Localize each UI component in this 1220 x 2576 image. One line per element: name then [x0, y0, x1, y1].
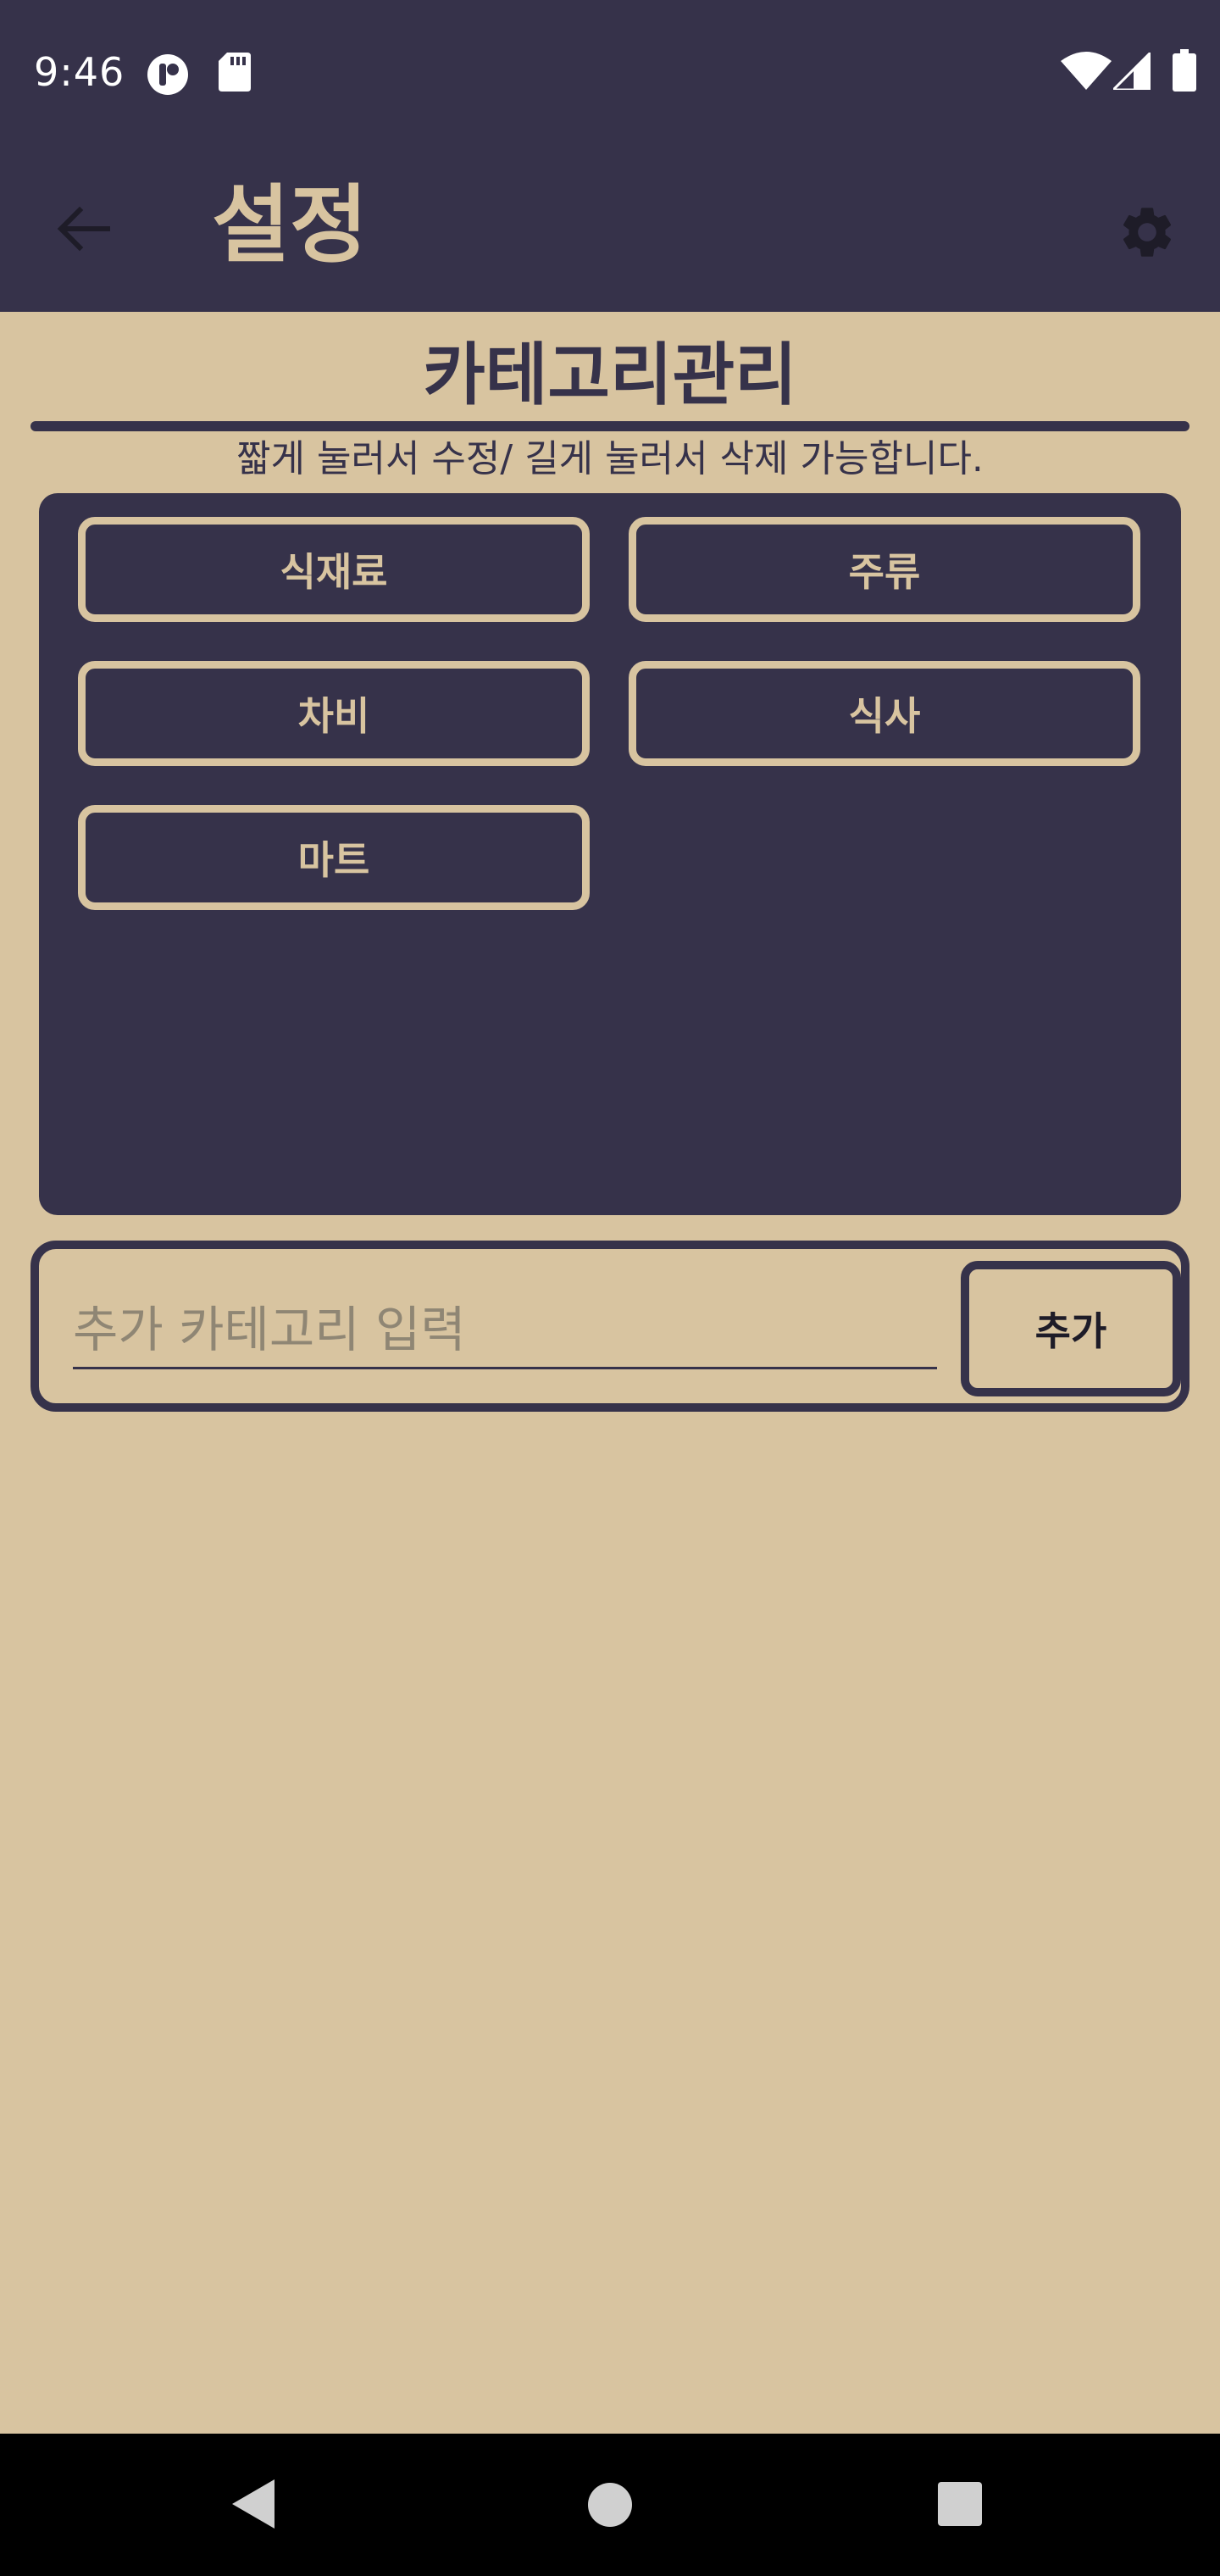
category-grid: 식재료 주류 차비 식사 마트 [39, 493, 1181, 1215]
page-title: 설정 [212, 175, 368, 275]
nav-recents-button[interactable] [937, 2481, 983, 2530]
status-bar: 9:46 [0, 0, 1220, 144]
hint-text: 짧게 눌러서 수정/ 길게 눌러서 삭제 가능합니다. [236, 437, 984, 480]
settings-button[interactable] [1110, 195, 1184, 269]
cell-signal-icon [1110, 49, 1152, 93]
category-chip[interactable]: 주류 [629, 517, 1140, 622]
app-bar: 설정 [0, 144, 1220, 312]
category-chip[interactable]: 식재료 [78, 517, 590, 622]
gear-icon [1123, 208, 1172, 257]
home-circle-icon [588, 2483, 632, 2527]
status-time: 9:46 [34, 49, 125, 95]
add-button[interactable]: 추가 [961, 1261, 1181, 1396]
section-title: 카테고리관리 [423, 336, 797, 414]
category-input[interactable] [73, 1291, 937, 1369]
recents-square-icon [938, 2482, 982, 2526]
category-chip[interactable]: 식사 [629, 661, 1140, 766]
category-chip[interactable]: 차비 [78, 661, 590, 766]
section-divider [30, 421, 1190, 431]
arrow-back-icon [57, 206, 110, 252]
record-icon [146, 53, 190, 100]
sd-card-icon [219, 53, 251, 95]
add-category-card: 추가 [30, 1241, 1190, 1412]
system-nav-bar [0, 2434, 1220, 2576]
wifi-icon [1061, 51, 1112, 93]
nav-home-button[interactable] [586, 2481, 634, 2532]
back-button[interactable] [49, 195, 117, 263]
nav-back-button[interactable] [230, 2478, 276, 2534]
battery-icon [1173, 49, 1196, 95]
category-chip[interactable]: 마트 [78, 805, 590, 910]
back-triangle-icon [232, 2479, 274, 2529]
